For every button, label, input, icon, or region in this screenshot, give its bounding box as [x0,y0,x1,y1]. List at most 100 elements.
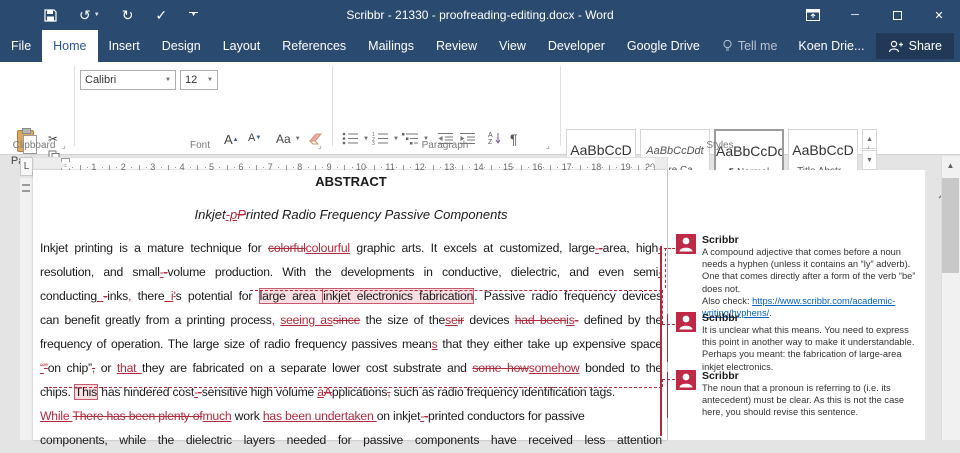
comment-content: ScribbrIt is unclear what this means. Yo… [702,312,920,373]
inserted-text: While [40,409,72,423]
ruler-tick [337,167,338,168]
svg-text:A: A [488,132,493,139]
font-name-combobox[interactable]: Calibri▼ [80,70,176,90]
tab-mailings[interactable]: Mailings [357,30,425,62]
tab-home[interactable]: Home [42,30,97,62]
ruler-tick [322,167,323,168]
body-text: printed conductors for passive [428,409,585,423]
document-subtitle[interactable]: Inkjet-pPrinted Radio Frequency Passive … [40,207,662,222]
tell-me-box[interactable]: Tell me [711,30,789,62]
tab-layout[interactable]: Layout [212,30,272,62]
tab-file[interactable]: File [0,30,42,62]
styles-dialog-launcher-icon[interactable]: ⌟ [866,142,870,150]
comment-connector [665,248,666,288]
lightbulb-icon [722,39,733,53]
body-text: components, while the dielectric layers … [40,433,662,447]
tab-references[interactable]: References [271,30,357,62]
inserted-text: much [202,409,231,423]
svg-text:3: 3 [372,141,375,145]
scrollbar-thumb[interactable] [942,178,959,273]
ruler-tick [499,167,500,168]
body-text: . Passive radio frequency devices [474,289,662,303]
bullet-list-icon[interactable]: ▼ [342,132,369,145]
comment-card[interactable]: ScribbrA compound adjective that comes b… [676,234,922,319]
tab-design[interactable]: Design [151,30,212,62]
tab-developer[interactable]: Developer [537,30,616,62]
document-line[interactable]: frequency of operation. The large size o… [40,337,662,357]
deleted-text: colorful [268,241,306,255]
tab-view[interactable]: View [488,30,537,62]
body-text: Inkjet printing is a mature technique fo… [40,241,268,255]
ruler-tick [161,167,162,168]
ruler-tick [205,167,206,168]
account-name[interactable]: Koen Drie... [788,30,874,62]
ruler-tick [308,167,309,168]
tab-google-drive[interactable]: Google Drive [616,30,711,62]
comment-card[interactable]: ScribbrThe noun that a pronoun is referr… [676,370,922,419]
ribbon: Paste ▼ ✂ Clipboard ⌟ Calibri▼ 12▼ A▲ A▼… [0,62,960,155]
ruler-tick [146,167,147,168]
document-heading[interactable]: ABSTRACT [40,174,662,189]
ruler-tick [602,167,603,168]
tab-insert[interactable]: Insert [98,30,151,62]
document-line[interactable]: conducting -inks, there i’s potential fo… [40,289,662,309]
comment-text: It is unclear what this means. You need … [702,324,920,373]
ruler-tick [219,167,220,168]
body-text: there [131,289,164,303]
ruler-tick [396,167,397,168]
comment-author: Scribbr [702,370,920,382]
comment-bracket [667,372,668,418]
document-line[interactable]: While There has been plenty ofmuch work … [40,409,662,429]
tab-review[interactable]: Review [425,30,488,62]
document-line[interactable]: “”on chip”, or that they are fabricated … [40,361,662,381]
body-text: defined by the [578,313,662,327]
comment-connector [662,290,663,324]
ruler-tick [366,167,367,168]
ruler-tick [513,167,514,168]
style-preview: AaBbCcD [567,142,635,158]
close-button[interactable]: ✕ [918,0,960,30]
body-text: graphic arts. It excels at customized, l… [350,241,595,255]
document-line[interactable]: chips. This has hindered cost--sensitive… [40,385,662,405]
scroll-up-icon[interactable]: ▲ [941,156,960,176]
comment-card[interactable]: ScribbrIt is unclear what this means. Yo… [676,312,922,373]
share-button[interactable]: Share [876,33,954,59]
document-line[interactable]: Inkjet printing is a mature technique fo… [40,241,662,261]
maximize-button[interactable] [876,0,918,30]
comment-anchor-line [250,290,662,291]
clipboard-dialog-launcher-icon[interactable]: ⌟ [62,142,66,150]
styles-scroll-down-icon[interactable]: ▼ [862,150,877,170]
paragraph-dialog-launcher-icon[interactable]: ⌟ [546,142,550,150]
change-case-button[interactable]: Aa▼ [276,132,301,146]
deleted-text: P [237,207,246,222]
body-text: that they either take up expensive space [438,337,662,351]
document-line[interactable]: can benefit greatly from a printing proc… [40,313,662,333]
tab-stop-selector[interactable]: L [20,157,33,176]
ruler-tick [72,167,73,168]
body-text: rinted Radio Frequency Passive Component… [246,207,508,222]
clipboard-group-label: Clipboard [6,140,62,151]
vertical-ruler[interactable] [20,178,33,440]
document-line[interactable]: components, while the dielectric layers … [40,433,662,453]
font-size-combobox[interactable]: 12▼ [180,70,218,90]
minimize-button[interactable]: ─ [834,0,876,30]
ruler-tick [352,167,353,168]
paragraph-group-label: Paragraph [390,140,500,151]
ruler-tick [572,167,573,168]
ruler-tick [484,167,485,168]
ribbon-display-options-icon[interactable] [792,0,834,30]
inserted-text: is [566,313,574,327]
style-preview: AaBbCcD [789,142,857,158]
comment-author: Scribbr [702,234,920,246]
inserted-text: seeing as [280,313,333,327]
body-text: area, high [603,241,659,255]
body-text: volume production. With the developments… [168,265,659,279]
ruler-tick [381,167,382,168]
comment-content: ScribbrThe noun that a pronoun is referr… [702,370,920,419]
ruler-tick [249,167,250,168]
body-text: the size of the [360,313,445,327]
font-dialog-launcher-icon[interactable]: ⌟ [318,142,322,150]
show-formatting-marks-icon[interactable]: ¶ [510,131,518,147]
document-line[interactable]: resolution, and small--volume production… [40,265,662,285]
inserted-text: somehow [529,361,580,375]
